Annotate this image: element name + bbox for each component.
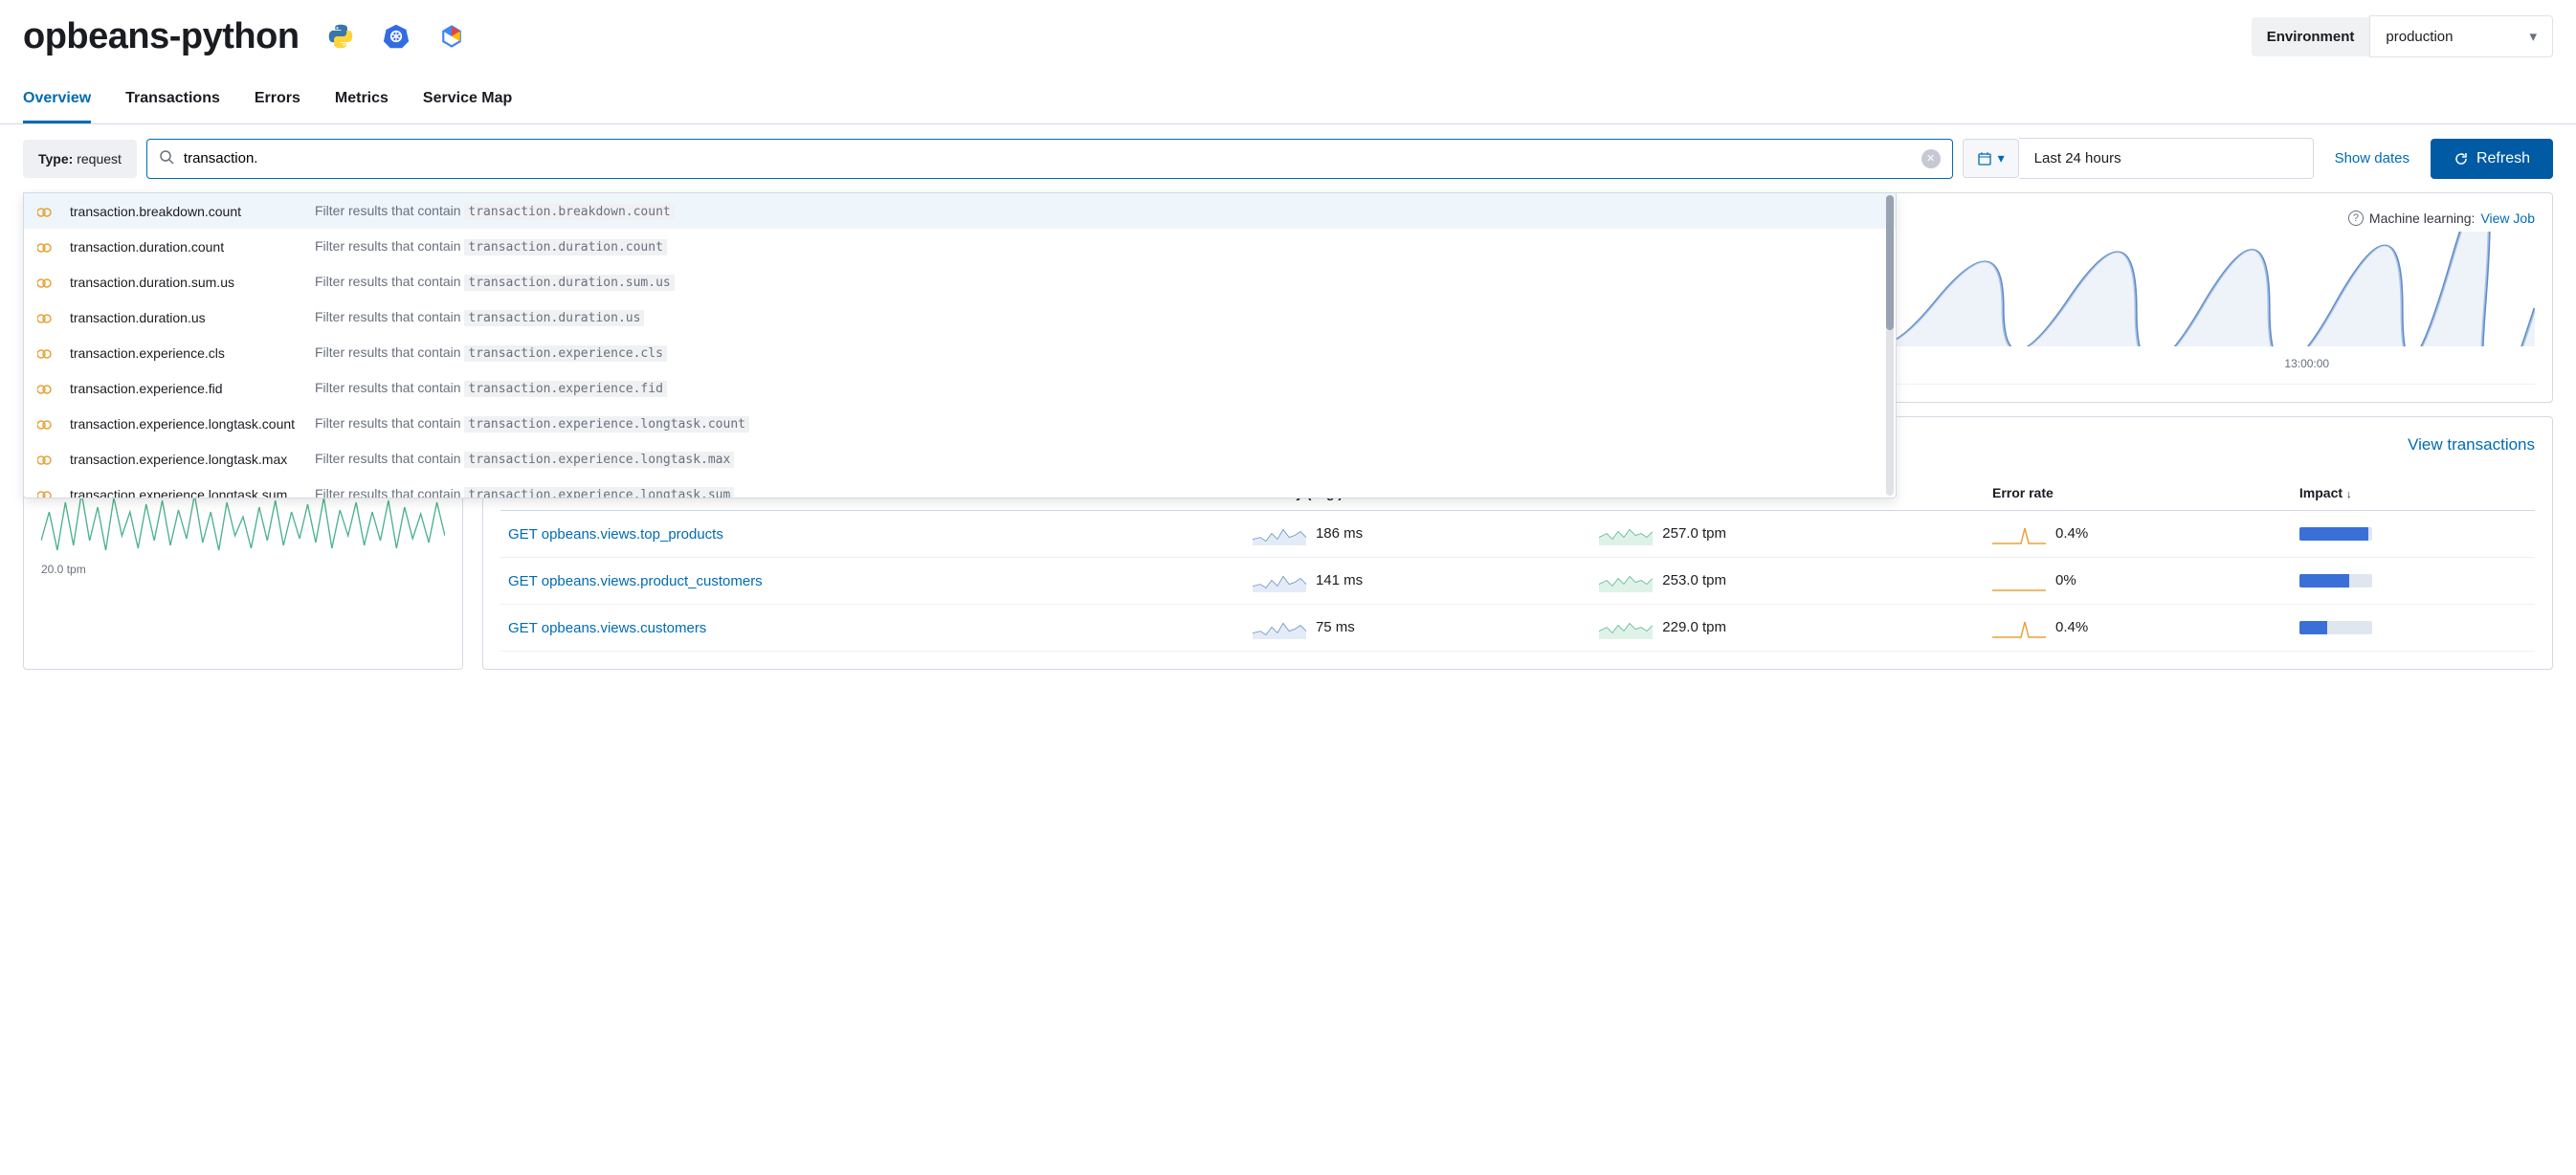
- view-job-link[interactable]: View Job: [2480, 211, 2535, 226]
- clear-search-button[interactable]: ✕: [1921, 149, 1941, 168]
- suggestion-item[interactable]: transaction.experience.cls Filter result…: [24, 335, 1896, 370]
- autocomplete-dropdown: transaction.breakdown.count Filter resul…: [23, 192, 1897, 499]
- gcp-icon: [437, 22, 466, 51]
- transactions-table: Name Latency (avg.) Traffic Error rate I…: [500, 476, 2535, 652]
- traffic-cell: 257.0 tpm: [1591, 511, 1985, 558]
- search-icon: [159, 149, 174, 167]
- suggestion-name: transaction.experience.longtask.max: [70, 452, 300, 467]
- suggestion-name: transaction.breakdown.count: [70, 204, 300, 219]
- y-tick: 20.0 tpm: [41, 563, 445, 576]
- suggestion-desc: Filter results that contain transaction.…: [315, 451, 734, 467]
- transaction-link[interactable]: GET opbeans.views.product_customers: [508, 573, 763, 589]
- suggestion-desc: Filter results that contain transaction.…: [315, 380, 667, 396]
- suggestion-item[interactable]: transaction.experience.longtask.count Fi…: [24, 406, 1896, 441]
- chevron-down-icon: ▾: [1998, 150, 2005, 166]
- suggestion-name: transaction.duration.count: [70, 239, 300, 255]
- field-icon: [37, 489, 55, 499]
- environment-dropdown[interactable]: production ▾: [2369, 15, 2553, 57]
- suggestion-item[interactable]: transaction.experience.longtask.max Filt…: [24, 441, 1896, 477]
- traffic-cell: 253.0 tpm: [1591, 558, 1985, 605]
- toolbar: Type: request ✕ ▾ Last 24 hours Show dat…: [0, 124, 2576, 192]
- suggestion-desc: Filter results that contain transaction.…: [315, 344, 667, 361]
- error-rate-cell: 0%: [1985, 558, 2292, 605]
- transaction-link[interactable]: GET opbeans.views.customers: [508, 620, 706, 636]
- suggestion-item[interactable]: transaction.duration.sum.us Filter resul…: [24, 264, 1896, 299]
- tab-metrics[interactable]: Metrics: [335, 77, 389, 123]
- tabs: Overview Transactions Errors Metrics Service…: [0, 77, 2576, 124]
- suggestion-desc: Filter results that contain transaction.…: [315, 309, 644, 325]
- field-icon: [37, 206, 55, 217]
- field-icon: [37, 454, 55, 465]
- refresh-button[interactable]: Refresh: [2431, 139, 2553, 179]
- field-icon: [37, 312, 55, 323]
- table-row: GET opbeans.views.top_products 186 ms 25…: [500, 511, 2535, 558]
- suggestion-name: transaction.duration.sum.us: [70, 275, 300, 290]
- suggestion-name: transaction.experience.fid: [70, 381, 300, 396]
- error-rate-cell: 0.4%: [1985, 605, 2292, 652]
- impact-cell: [2292, 605, 2535, 652]
- latency-cell: 141 ms: [1245, 558, 1591, 605]
- sort-down-icon: ↓: [2346, 489, 2352, 500]
- field-icon: [37, 347, 55, 359]
- traffic-cell: 229.0 tpm: [1591, 605, 1985, 652]
- search-input[interactable]: [184, 150, 1912, 166]
- field-icon: [37, 383, 55, 394]
- suggestion-item[interactable]: transaction.experience.longtask.sum Filt…: [24, 477, 1896, 499]
- suggestion-desc: Filter results that contain transaction.…: [315, 203, 675, 219]
- x-tick: 13:00:00: [2284, 357, 2329, 370]
- impact-cell: [2292, 558, 2535, 605]
- suggestion-name: transaction.duration.us: [70, 310, 300, 325]
- show-dates-link[interactable]: Show dates: [2323, 150, 2421, 166]
- col-impact[interactable]: Impact↓: [2292, 476, 2535, 511]
- kubernetes-icon: [382, 22, 411, 51]
- suggestion-desc: Filter results that contain transaction.…: [315, 415, 749, 432]
- suggestion-item[interactable]: transaction.breakdown.count Filter resul…: [24, 193, 1896, 229]
- search-field[interactable]: ✕: [146, 139, 1953, 179]
- field-icon: [37, 277, 55, 288]
- page-title: opbeans-python: [23, 16, 300, 57]
- view-transactions-link[interactable]: View transactions: [2408, 435, 2535, 454]
- environment-value: production: [2386, 29, 2453, 45]
- tab-service-map[interactable]: Service Map: [423, 77, 512, 123]
- ml-note: ? Machine learning: View Job: [2348, 211, 2535, 226]
- header-left: opbeans-python: [23, 16, 466, 57]
- date-picker-button[interactable]: ▾: [1963, 139, 2019, 178]
- table-row: GET opbeans.views.customers 75 ms 229.0 …: [500, 605, 2535, 652]
- suggestion-item[interactable]: transaction.experience.fid Filter result…: [24, 370, 1896, 406]
- latency-cell: 186 ms: [1245, 511, 1591, 558]
- transaction-link[interactable]: GET opbeans.views.top_products: [508, 526, 723, 543]
- python-icon: [326, 22, 355, 51]
- suggestion-desc: Filter results that contain transaction.…: [315, 486, 734, 499]
- environment-selector: Environment production ▾: [2252, 15, 2553, 57]
- suggestion-name: transaction.experience.longtask.sum: [70, 487, 300, 499]
- field-icon: [37, 241, 55, 253]
- scrollbar[interactable]: [1886, 195, 1894, 496]
- tech-icons: [326, 22, 466, 51]
- suggestion-name: transaction.experience.longtask.count: [70, 416, 300, 432]
- suggestion-item[interactable]: transaction.duration.count Filter result…: [24, 229, 1896, 264]
- type-filter[interactable]: Type: request: [23, 140, 137, 178]
- environment-label: Environment: [2252, 17, 2370, 56]
- suggestion-name: transaction.experience.cls: [70, 345, 300, 361]
- tab-transactions[interactable]: Transactions: [125, 77, 220, 123]
- table-row: GET opbeans.views.product_customers 141 …: [500, 558, 2535, 605]
- help-icon[interactable]: ?: [2348, 211, 2364, 226]
- col-error-rate[interactable]: Error rate: [1985, 476, 2292, 511]
- suggestion-desc: Filter results that contain transaction.…: [315, 274, 675, 290]
- tab-errors[interactable]: Errors: [255, 77, 300, 123]
- latency-cell: 75 ms: [1245, 605, 1591, 652]
- header: opbeans-python Environment production ▾: [0, 0, 2576, 77]
- suggestion-item[interactable]: transaction.duration.us Filter results t…: [24, 299, 1896, 335]
- impact-cell: [2292, 511, 2535, 558]
- suggestion-desc: Filter results that contain transaction.…: [315, 238, 667, 255]
- chevron-down-icon: ▾: [2529, 28, 2537, 45]
- field-icon: [37, 418, 55, 430]
- tab-overview[interactable]: Overview: [23, 77, 91, 123]
- date-range-text[interactable]: Last 24 hours: [2019, 138, 2314, 179]
- error-rate-cell: 0.4%: [1985, 511, 2292, 558]
